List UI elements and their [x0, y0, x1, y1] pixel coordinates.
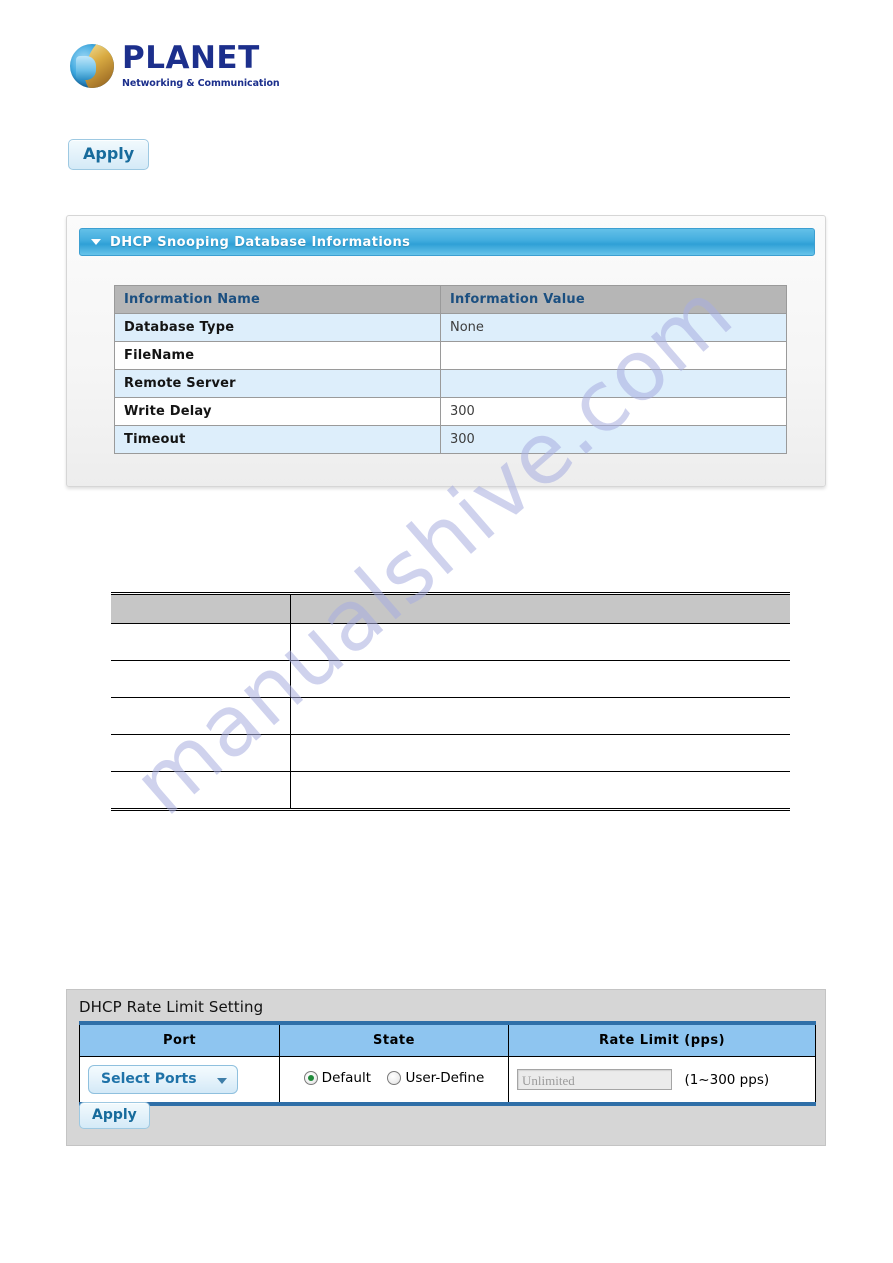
table-header-row: Information Name Information Value: [114, 285, 787, 314]
cell-port: Select Ports: [79, 1056, 280, 1105]
table-header-row: [111, 593, 790, 624]
table-row: Write Delay 300: [114, 397, 787, 426]
cell-state: Default User-Define: [279, 1056, 509, 1105]
row-description: [290, 660, 790, 698]
dhcp-snooping-database-panel-title: DHCP Snooping Database Informations: [110, 234, 411, 250]
chevron-down-icon[interactable]: [91, 239, 101, 245]
globe-icon: [70, 44, 114, 88]
row-value-write-delay: 300: [440, 397, 787, 426]
radio-user-define[interactable]: User-Define: [387, 1070, 484, 1086]
row-object: [111, 660, 291, 698]
row-value-timeout: 300: [440, 425, 787, 454]
dhcp-snooping-database-panel: DHCP Snooping Database Informations Info…: [66, 215, 826, 487]
logo-wordmark: PLANET Networking & Communication: [122, 39, 300, 90]
row-description: [290, 697, 790, 735]
parameter-description-table: [111, 592, 790, 811]
table-row: [111, 623, 790, 661]
table-row: FileName: [114, 341, 787, 370]
table-row: Database Type None: [114, 313, 787, 342]
column-header-rate-limit: Rate Limit (pps): [508, 1022, 816, 1057]
row-object: [111, 623, 291, 661]
planet-logo: PLANET Networking & Communication: [70, 40, 300, 92]
radio-default[interactable]: Default: [303, 1069, 371, 1086]
apply-button-top[interactable]: Apply: [68, 139, 150, 170]
table-row: Remote Server: [114, 369, 787, 398]
column-header-information-name: Information Name: [114, 285, 441, 314]
column-header-description: [290, 593, 790, 624]
row-description: [290, 734, 790, 772]
logo-brand-name: PLANET: [122, 39, 260, 76]
chevron-down-icon[interactable]: [217, 1077, 227, 1084]
logo-tagline: Networking & Communication: [122, 77, 280, 89]
row-object: [111, 771, 291, 810]
table-row: [111, 697, 790, 735]
row-description: [290, 623, 790, 661]
row-description: [290, 771, 790, 810]
dhcp-rate-limit-setting-title: DHCP Rate Limit Setting: [79, 998, 264, 1016]
dhcp-rate-limit-setting-table: Port State Rate Limit (pps) Select Ports…: [79, 1021, 816, 1106]
cell-rate-limit: Unlimited (1~300 pps): [508, 1056, 816, 1105]
row-label-timeout: Timeout: [114, 425, 441, 454]
dhcp-rate-limit-setting-panel: DHCP Rate Limit Setting Port State Rate …: [66, 989, 826, 1146]
radio-user-define-indicator[interactable]: [387, 1070, 402, 1085]
row-object: [111, 697, 291, 735]
radio-user-define-label: User-Define: [405, 1069, 485, 1086]
apply-button-bottom[interactable]: Apply: [79, 1102, 150, 1129]
column-header-port: Port: [79, 1022, 280, 1057]
table-row: Select Ports Default User-Define Unlimit…: [79, 1056, 816, 1105]
column-header-state: State: [279, 1022, 509, 1057]
table-row: Timeout 300: [114, 425, 787, 454]
dhcp-snooping-database-panel-header[interactable]: DHCP Snooping Database Informations: [79, 228, 815, 256]
rate-limit-range-hint: (1~300 pps): [684, 1071, 770, 1088]
rate-limit-input[interactable]: Unlimited: [517, 1069, 672, 1090]
row-value-remote-server: [440, 369, 787, 398]
table-row: [111, 771, 790, 810]
row-value-database-type: None: [440, 313, 787, 342]
table-row: [111, 660, 790, 698]
radio-default-label: Default: [321, 1069, 371, 1086]
select-ports-dropdown[interactable]: Select Ports: [88, 1065, 238, 1094]
select-ports-label: Select Ports: [101, 1071, 197, 1087]
column-header-object: [111, 593, 291, 624]
table-header-row: Port State Rate Limit (pps): [79, 1022, 816, 1057]
row-value-filename: [440, 341, 787, 370]
row-label-remote-server: Remote Server: [114, 369, 441, 398]
row-label-database-type: Database Type: [114, 313, 441, 342]
radio-default-indicator[interactable]: [303, 1070, 318, 1085]
table-row: [111, 734, 790, 772]
dhcp-snooping-database-table: Information Name Information Value Datab…: [114, 285, 787, 454]
column-header-information-value: Information Value: [440, 285, 787, 314]
row-label-filename: FileName: [114, 341, 441, 370]
row-object: [111, 734, 291, 772]
row-label-write-delay: Write Delay: [114, 397, 441, 426]
